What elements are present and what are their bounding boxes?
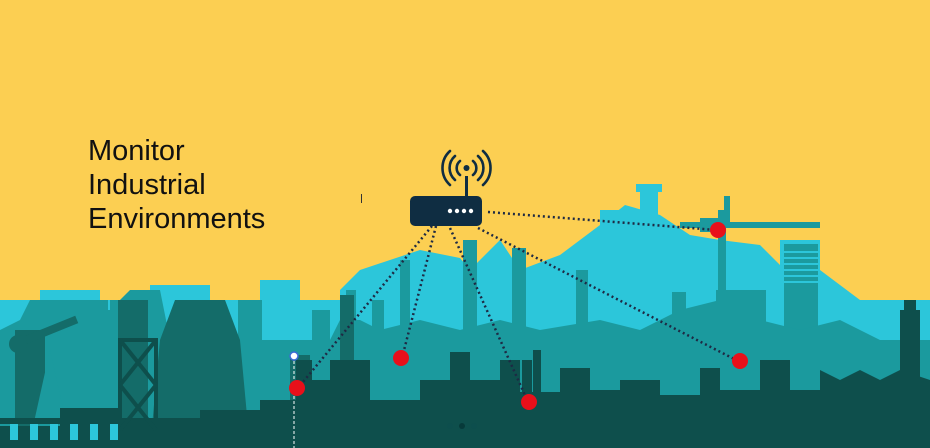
- carousel-dot-1[interactable]: [447, 423, 453, 429]
- headline-line-3: Environments: [88, 203, 266, 235]
- sensor-node-icon: [289, 380, 305, 396]
- headline-line-1: Monitor: [88, 135, 185, 167]
- carousel-dot-2[interactable]: [459, 423, 465, 429]
- headline: Monitor Industrial Environments: [88, 134, 265, 236]
- sensor-node-icon: [710, 222, 726, 238]
- carousel-dot-3[interactable]: [471, 423, 477, 429]
- sensor-node-icon: [521, 394, 537, 410]
- slide: Monitor Industrial Environments: [0, 0, 930, 448]
- text-cursor: [361, 194, 362, 203]
- sensor-node-icon: [393, 350, 409, 366]
- wireless-router-icon: [410, 176, 482, 226]
- sensor-node-icon: [732, 353, 748, 369]
- carousel-dots: [447, 423, 477, 429]
- headline-line-2: Industrial: [88, 169, 206, 201]
